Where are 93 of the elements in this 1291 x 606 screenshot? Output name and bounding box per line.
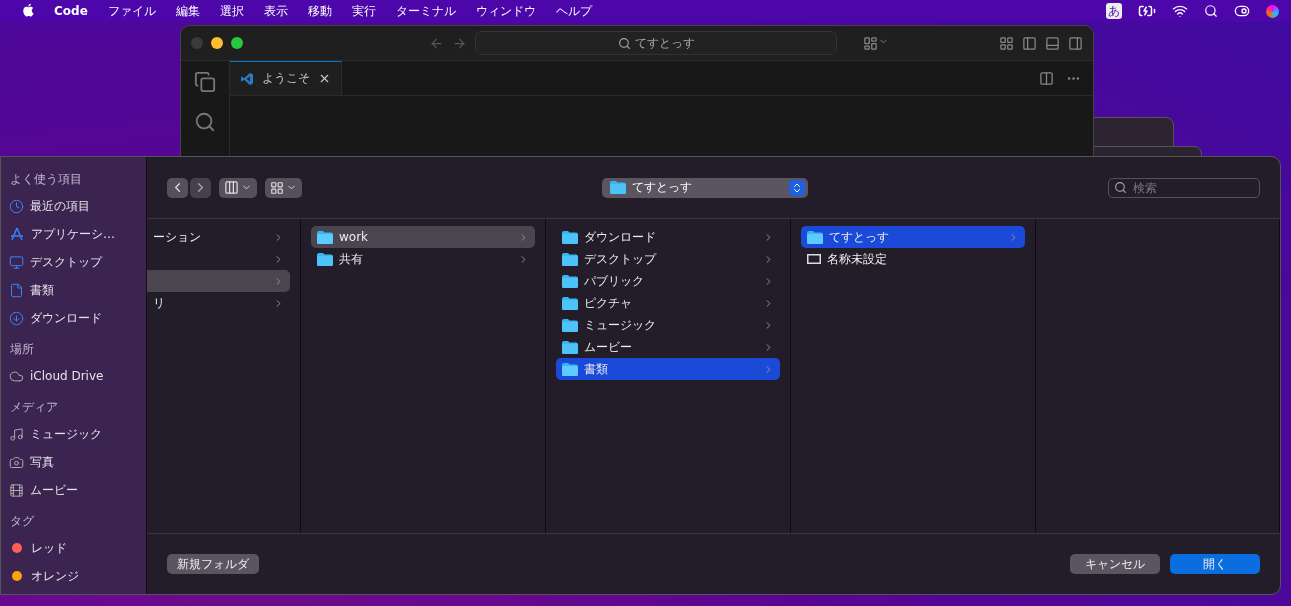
file-browser-row[interactable]: work	[311, 226, 535, 248]
folder-icon	[807, 230, 823, 244]
menu-item[interactable]: 選択	[209, 2, 254, 20]
menu-item[interactable]: 移動	[297, 2, 342, 20]
file-browser-row[interactable]: ダウンロード	[556, 226, 780, 248]
sidebar-item[interactable]: レッド	[9, 534, 138, 562]
clock-icon	[9, 198, 24, 214]
file-browser-row[interactable]: デスクトップ	[556, 248, 780, 270]
group-button[interactable]	[265, 177, 302, 198]
download-icon	[9, 310, 24, 326]
folder-icon	[562, 274, 578, 288]
file-browser-row[interactable]: てすとっす	[801, 226, 1025, 248]
camera-icon	[9, 454, 24, 470]
folder-icon	[610, 181, 626, 194]
tab-label: ようこそ	[262, 70, 310, 87]
sidebar-section-title: タグ	[9, 513, 35, 530]
search-icon[interactable]	[1204, 4, 1218, 18]
apple-logo-icon[interactable]	[22, 2, 34, 17]
music-note-icon	[9, 426, 24, 442]
editor-tab[interactable]: ようこそ	[230, 61, 342, 95]
files-icon[interactable]	[194, 71, 216, 93]
menu-item[interactable]: ファイル	[97, 2, 166, 20]
new-folder-button[interactable]: 新規フォルダ	[167, 554, 259, 574]
folder-icon	[317, 230, 333, 244]
search-icon[interactable]	[194, 111, 216, 133]
menu-item[interactable]: 実行	[341, 2, 386, 20]
code-logo-icon	[240, 71, 254, 86]
input-method-indicator[interactable]: あ	[1106, 3, 1122, 19]
up-down-arrows-icon	[789, 179, 805, 196]
file-browser-row[interactable]: 名称未設定	[801, 248, 1025, 270]
sidebar-item[interactable]: ムービー	[9, 476, 138, 504]
menu-item[interactable]: 表示	[253, 2, 298, 20]
document-icon	[807, 254, 821, 264]
command-center-search[interactable]: てすとっす	[475, 31, 837, 55]
file-browser-row[interactable]: ミュージック	[556, 314, 780, 336]
sidebar-item[interactable]: オレンジ	[9, 562, 138, 590]
sidebar-section-title: 場所	[9, 341, 35, 358]
monitor-icon	[9, 254, 24, 270]
search-field[interactable]: 検索	[1108, 177, 1260, 198]
folder-icon	[562, 230, 578, 244]
menu-item[interactable]: 編集	[165, 2, 210, 20]
view-mode-button[interactable]	[219, 177, 257, 198]
folder-icon	[317, 252, 333, 266]
panel-bottom-icon[interactable]	[1045, 35, 1060, 51]
open-button[interactable]: 開く	[1170, 554, 1260, 574]
sidebar-item[interactable]: iCloud Drive	[9, 362, 138, 390]
sidebar-item[interactable]: ミュージック	[9, 420, 138, 448]
location-popup[interactable]: てすとっす	[602, 177, 808, 198]
file-browser-row[interactable]: 書類	[556, 358, 780, 380]
menu-item[interactable]: ヘルプ	[545, 2, 602, 20]
file-browser-row[interactable]: ピクチャ	[556, 292, 780, 314]
control-center-icon[interactable]	[1234, 3, 1250, 19]
film-icon	[9, 482, 24, 498]
sidebar-item[interactable]: ダウンロード	[9, 304, 138, 332]
folder-icon	[562, 340, 578, 354]
file-browser-row[interactable]: パブリック	[556, 270, 780, 292]
app-menu[interactable]: Code	[44, 4, 98, 18]
menu-item[interactable]: ウィンドウ	[465, 2, 546, 20]
menu-item[interactable]: ターミナル	[385, 2, 466, 20]
sidebar-item[interactable]: 書類	[9, 276, 138, 304]
file-browser-row[interactable]: リ	[147, 292, 290, 314]
document-icon	[9, 282, 24, 298]
sidebar-item[interactable]: デスクトップ	[9, 248, 138, 276]
sidebar-section-title: よく使う項目	[9, 171, 83, 188]
folder-icon	[562, 318, 578, 332]
columns-icon	[224, 180, 239, 195]
panel-left-icon[interactable]	[1022, 35, 1037, 51]
applications-icon	[9, 226, 25, 242]
split-editor-icon[interactable]	[1039, 70, 1054, 86]
close-icon[interactable]	[318, 72, 331, 85]
file-browser-row[interactable]: 共有	[311, 248, 535, 270]
back-button[interactable]	[167, 177, 188, 198]
grid-icon	[270, 180, 284, 195]
siri-icon[interactable]	[1266, 4, 1279, 18]
sidebar-item[interactable]: 最近の項目	[9, 192, 138, 220]
sidebar-section-title: メディア	[9, 399, 59, 416]
folder-icon	[562, 252, 578, 266]
search-icon	[1114, 180, 1127, 194]
search-icon	[617, 36, 631, 50]
layout-icon[interactable]	[999, 35, 1014, 51]
file-browser-row[interactable]: ーション	[147, 226, 290, 248]
cloud-icon	[9, 368, 24, 384]
zoom-window-button[interactable]	[231, 37, 243, 49]
cancel-button[interactable]: キャンセル	[1070, 554, 1160, 574]
minimize-window-button[interactable]	[211, 37, 223, 49]
file-browser-row[interactable]: ムービー	[556, 336, 780, 358]
sidebar-item[interactable]: アプリケーシ…	[9, 220, 138, 248]
sidebar-item[interactable]: 写真	[9, 448, 138, 476]
panel-right-icon[interactable]	[1068, 35, 1083, 51]
forward-button[interactable]	[190, 177, 211, 198]
wifi-icon[interactable]	[1172, 3, 1188, 19]
folder-icon	[562, 296, 578, 310]
folder-icon	[562, 362, 578, 376]
